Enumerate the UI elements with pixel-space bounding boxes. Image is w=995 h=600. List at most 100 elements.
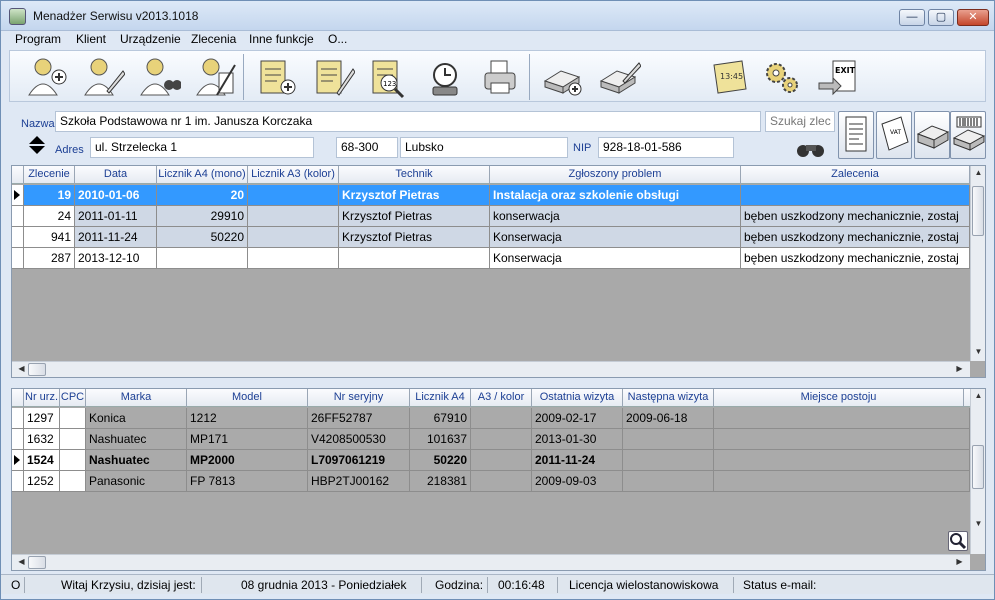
add-device-icon[interactable] [255, 55, 299, 99]
device-cell[interactable]: 2009-09-03 [532, 471, 623, 492]
col-zlecenie[interactable]: Zlecenie [24, 166, 75, 184]
order-cell[interactable]: Konserwacja [490, 227, 741, 248]
device-cell[interactable] [623, 450, 714, 471]
col-licznik-a4[interactable]: Licznik A4 (mono) [157, 166, 248, 184]
device-cell[interactable] [60, 408, 86, 429]
row-selector[interactable] [12, 185, 24, 206]
delete-client-icon[interactable] [193, 55, 237, 99]
device-cell[interactable]: 218381 [410, 471, 471, 492]
order-cell[interactable] [339, 248, 490, 269]
device-cell[interactable]: MP2000 [187, 450, 308, 471]
order-cell[interactable]: Krzysztof Pietras [339, 185, 490, 206]
device-cell[interactable] [714, 429, 970, 450]
search-client-icon[interactable] [137, 55, 182, 99]
order-search-input[interactable]: Szukaj zlec [765, 111, 835, 132]
device-cell[interactable] [623, 471, 714, 492]
device-cell[interactable]: Konica [86, 408, 187, 429]
device-row[interactable]: 1297 Konica 1212 26FF52787 67910 2009-02-17 20… [12, 408, 970, 429]
device-cell[interactable]: 1524 [24, 450, 60, 471]
col-nastepna-wizyta[interactable]: Następna wizyta [623, 389, 714, 407]
col-ostatnia-wizyta[interactable]: Ostatnia wizyta [532, 389, 623, 407]
settings-icon[interactable] [760, 55, 804, 99]
city-field[interactable]: Lubsko [400, 137, 568, 158]
close-button[interactable]: ✕ [957, 9, 989, 26]
invoice-vat-button[interactable]: VAT [876, 111, 912, 159]
order-cell[interactable]: Konserwacja [490, 248, 741, 269]
device-cell[interactable]: HBP2TJ00162 [308, 471, 410, 492]
orders-vscroll[interactable]: ▲ ▼ [970, 166, 985, 361]
col-miejsce-postoju[interactable]: Miejsce postoju [714, 389, 964, 407]
barcode-printer-button[interactable] [950, 111, 986, 159]
printer-button[interactable] [914, 111, 950, 159]
device-cell[interactable]: L7097061219 [308, 450, 410, 471]
order-cell[interactable] [248, 185, 339, 206]
device-cell[interactable]: 1632 [24, 429, 60, 450]
edit-device-icon[interactable] [311, 55, 356, 99]
device-cell[interactable]: 1252 [24, 471, 60, 492]
order-cell[interactable] [248, 227, 339, 248]
device-cell[interactable]: 50220 [410, 450, 471, 471]
device-cell[interactable]: 2013-01-30 [532, 429, 623, 450]
print-icon[interactable] [479, 55, 523, 99]
row-selector[interactable] [12, 248, 24, 269]
order-cell[interactable]: 50220 [157, 227, 248, 248]
order-cell[interactable]: 24 [24, 206, 75, 227]
menu-zlecenia[interactable]: Zlecenia [191, 32, 236, 46]
device-cell[interactable] [714, 408, 970, 429]
order-cell[interactable]: 19 [24, 185, 75, 206]
order-cell[interactable]: 941 [24, 227, 75, 248]
device-cell[interactable]: 2009-06-18 [623, 408, 714, 429]
order-cell[interactable]: 287 [24, 248, 75, 269]
order-cell[interactable]: 29910 [157, 206, 248, 227]
row-selector[interactable] [12, 429, 24, 450]
device-row[interactable]: 1632 Nashuatec MP171 V4208500530 101637 2013-… [12, 429, 970, 450]
device-cell[interactable] [623, 429, 714, 450]
device-cell[interactable] [471, 429, 532, 450]
edit-client-icon[interactable] [81, 55, 126, 99]
postal-code-field[interactable]: 68-300 [336, 137, 398, 158]
order-cell[interactable]: 20 [157, 185, 248, 206]
order-cell[interactable]: Krzysztof Pietras [339, 206, 490, 227]
minimize-button[interactable]: — [899, 9, 925, 26]
client-name-field[interactable]: Szkoła Podstawowa nr 1 im. Janusza Korcz… [55, 111, 761, 132]
order-cell[interactable]: 2013-12-10 [75, 248, 157, 269]
col-zalecenia[interactable]: Zalecenia [741, 166, 970, 184]
order-cell[interactable]: 2011-11-24 [75, 227, 157, 248]
order-row[interactable]: 24 2011-01-11 29910 Krzysztof Pietras konser… [12, 206, 970, 227]
device-cell[interactable] [714, 450, 970, 471]
device-cell[interactable]: Nashuatec [86, 429, 187, 450]
order-cell[interactable] [741, 185, 970, 206]
device-cell[interactable]: Nashuatec [86, 450, 187, 471]
order-cell[interactable] [248, 206, 339, 227]
device-cell[interactable] [471, 471, 532, 492]
orders-hscroll[interactable]: ◀ ▶ [12, 361, 970, 377]
edit-order-icon[interactable] [597, 55, 642, 99]
maximize-button[interactable]: ▢ [928, 9, 954, 26]
device-row[interactable]: 1252 Panasonic FP 7813 HBP2TJ00162 218381 200… [12, 471, 970, 492]
order-cell[interactable]: bęben uszkodzony mechanicznie, zostaj [741, 248, 970, 269]
order-cell[interactable]: Krzysztof Pietras [339, 227, 490, 248]
col-marka[interactable]: Marka [86, 389, 187, 407]
order-cell[interactable]: 2010-01-06 [75, 185, 157, 206]
device-cell[interactable] [60, 450, 86, 471]
col-licznik-a3[interactable]: Licznik A3 (kolor) [248, 166, 339, 184]
menu-urzadzenie[interactable]: Urządzenie [120, 32, 181, 46]
col-licznik-a4[interactable]: Licznik A4 [410, 389, 471, 407]
device-cell[interactable]: 1297 [24, 408, 60, 429]
devices-vscroll[interactable]: ▲ ▼ [970, 389, 985, 554]
device-cell[interactable]: 1212 [187, 408, 308, 429]
device-cell[interactable]: 101637 [410, 429, 471, 450]
col-cpc[interactable]: CPC [60, 389, 86, 407]
col-data[interactable]: Data [75, 166, 157, 184]
col-nr-seryjny[interactable]: Nr seryjny [308, 389, 410, 407]
sort-arrows-icon[interactable] [27, 135, 47, 155]
device-cell[interactable] [714, 471, 970, 492]
device-cell[interactable]: 2011-11-24 [532, 450, 623, 471]
device-cell[interactable] [60, 471, 86, 492]
order-cell[interactable]: 2011-01-11 [75, 206, 157, 227]
col-technik[interactable]: Technik [339, 166, 490, 184]
row-selector[interactable] [12, 227, 24, 248]
col-problem[interactable]: Zgłoszony problem [490, 166, 741, 184]
exit-icon[interactable]: EXIT [815, 55, 859, 99]
notes-icon[interactable]: 13:45 [706, 55, 750, 99]
